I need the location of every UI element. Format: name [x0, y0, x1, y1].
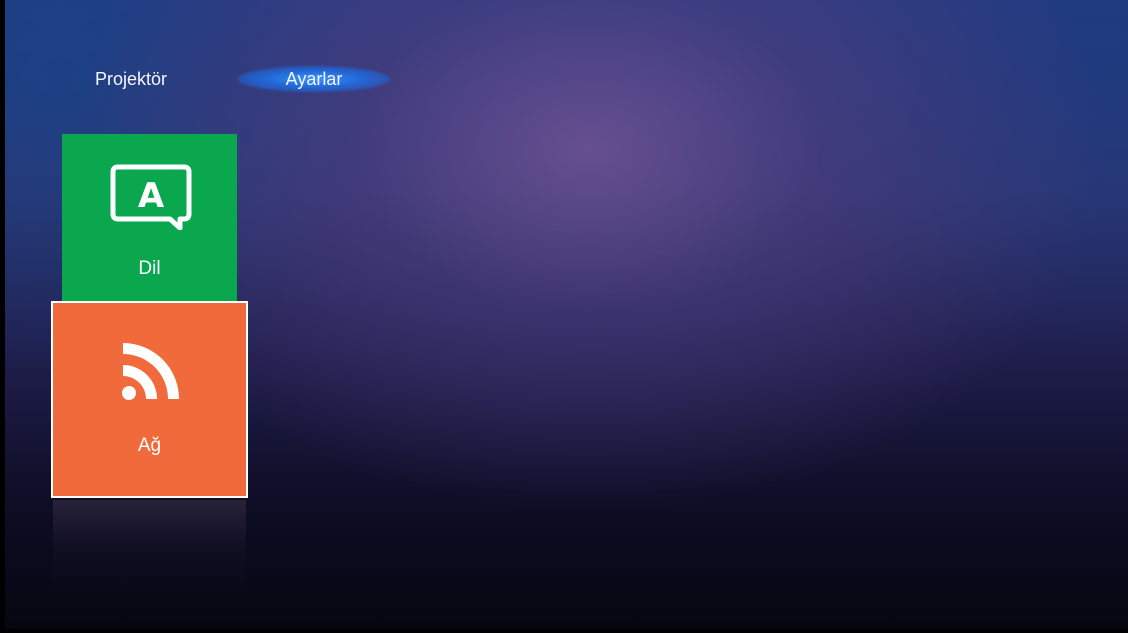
language-icon: A [110, 164, 192, 230]
tile-reflection [53, 500, 246, 595]
tile-language[interactable]: A Dil [62, 134, 237, 309]
tile-language-label: Dil [138, 258, 161, 279]
svg-text:A: A [138, 176, 165, 216]
settings-screen: Projektör Ayarlar A Dil Ağ [0, 0, 1128, 633]
nav-tab-settings[interactable]: Ayarlar [238, 60, 390, 98]
tile-network[interactable]: Ağ [51, 301, 248, 498]
tile-network-label: Ağ [137, 435, 162, 456]
wifi-icon [122, 343, 179, 400]
nav-tab-projector[interactable]: Projektör [95, 60, 167, 98]
nav-tab-projector-label: Projektör [95, 69, 168, 89]
screen-edge-bottom [0, 629, 1128, 633]
nav-tab-settings-label: Ayarlar [285, 69, 343, 89]
top-navigation: Projektör Ayarlar [0, 60, 420, 100]
